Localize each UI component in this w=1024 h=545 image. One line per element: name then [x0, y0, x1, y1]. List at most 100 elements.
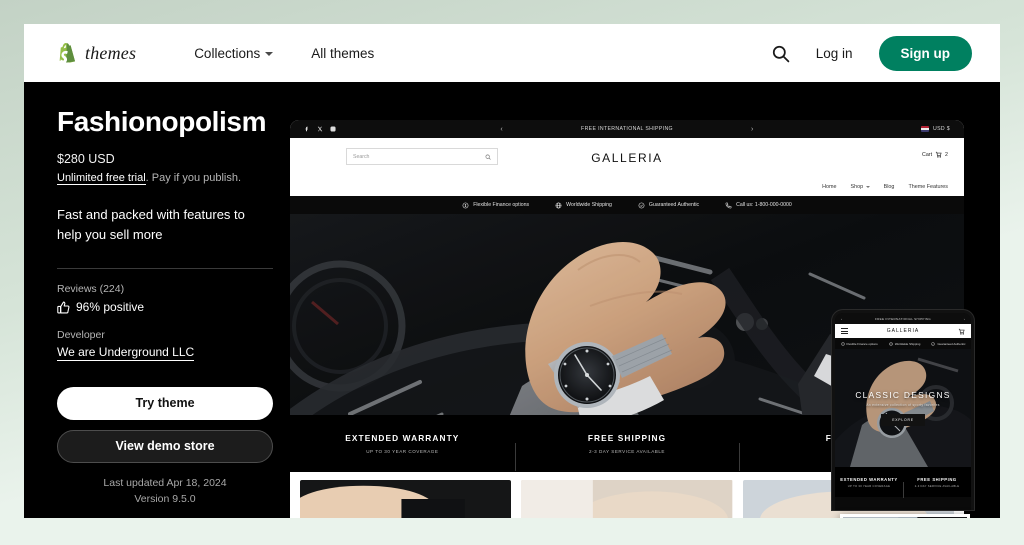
phone-icon — [725, 202, 732, 208]
banner-extended-warranty: EXTENDED WARRANTY UP TO 30 YEAR COVERAGE — [290, 433, 515, 454]
hamburger-icon[interactable] — [841, 326, 848, 335]
trial-note-rest: . Pay if you publish. — [145, 171, 242, 184]
theme-price: $280 USD — [57, 151, 115, 166]
divider — [57, 268, 273, 270]
mobile-feature-finance: Flexible Finance options — [840, 341, 878, 346]
feature-guaranteed-authentic-label: Guaranteed Authentic — [648, 202, 700, 208]
feature-call-us: Call us: 1-800-000-0000 — [725, 202, 792, 209]
mobile-banner-free-shipping: FREE SHIPPING 2-3 DAY SERVICE AVAILABLE — [903, 476, 971, 498]
mobile-hero-title: CLASSIC DESIGNS — [855, 390, 951, 400]
store-nav-home[interactable]: Home — [822, 184, 836, 190]
currency-label: USD $ — [932, 126, 950, 132]
view-demo-store-button[interactable]: View demo store — [57, 430, 273, 464]
feature-flexible-finance-label: Flexible Finance options — [473, 202, 530, 208]
announcement-message: FREE INTERNATIONAL SHIPPING — [581, 126, 673, 132]
nav-item-all-themes-label: All themes — [311, 45, 375, 61]
trial-note: Unlimited free trial. Pay if you publish… — [57, 171, 273, 185]
mobile-banner-free-shipping-title: FREE SHIPPING — [917, 476, 957, 482]
nav-item-all-themes[interactable]: All themes — [311, 46, 374, 61]
shopify-bag-icon — [59, 42, 76, 63]
store-nav-shop-label: Shop — [850, 184, 864, 190]
search-icon[interactable] — [771, 44, 790, 63]
top-navigation-bar: themes Collections All themes Log in Sig… — [24, 24, 1000, 82]
announcement-carousel: ‹ FREE INTERNATIONAL SHIPPING › — [394, 126, 860, 133]
signup-button[interactable]: Sign up — [878, 35, 972, 71]
banner-free-shipping: FREE SHIPPING 2-3 DAY SERVICE AVAILABLE — [514, 433, 740, 471]
mens-collection-card[interactable]: MENS Shop the collection SHOP NOW — [840, 514, 970, 518]
reviews-score-label: 96% positive — [76, 300, 145, 315]
product-tile-image — [300, 480, 512, 518]
mobile-hero-explore-button[interactable]: EXPLORE — [881, 414, 925, 426]
mobile-banner-extended-warranty-title: EXTENDED WARRANTY — [840, 476, 898, 482]
store-nav-blog-label: Blog — [883, 184, 895, 190]
finance-icon — [840, 341, 845, 346]
feature-guaranteed-authentic: Guaranteed Authentic — [638, 202, 699, 209]
us-flag-icon — [920, 126, 929, 132]
cart-icon[interactable] — [958, 328, 965, 335]
feature-worldwide-shipping-label: Worldwide Shipping — [566, 202, 612, 208]
mobile-hero-subtitle: An extensive collection of sporty favori… — [866, 403, 940, 407]
feature-flexible-finance: Flexible Finance options — [462, 202, 529, 209]
unlimited-free-trial-link[interactable]: Unlimited free trial — [57, 171, 146, 185]
preview-announcement-bar: ‹ FREE INTERNATIONAL SHIPPING › USD $ — [290, 120, 964, 138]
feature-worldwide-shipping: Worldwide Shipping — [555, 202, 612, 209]
thumbs-up-icon — [57, 301, 70, 314]
x-icon[interactable] — [317, 126, 323, 132]
social-icon-group — [304, 126, 394, 132]
check-circle-icon — [638, 202, 645, 208]
mobile-announcement-prev[interactable]: ‹ — [841, 317, 842, 321]
announcement-next-arrow[interactable]: › — [751, 126, 754, 133]
store-nav-shop[interactable]: Shop — [851, 184, 870, 190]
banner-free-shipping-sub: 2-3 DAY SERVICE AVAILABLE — [589, 449, 665, 454]
shopify-themes-logo[interactable]: themes — [57, 42, 137, 64]
reviews-score: 96% positive — [57, 300, 273, 314]
mobile-theme-preview[interactable]: ‹ FREE INTERNATIONAL SHIPPING › GALLERIA… — [832, 310, 974, 510]
main-nav-links: Collections All themes — [194, 46, 374, 61]
mobile-feature-authentic: Guaranteed Authentic — [931, 342, 965, 346]
mobile-banner-extended-warranty: EXTENDED WARRANTY UP TO 30 YEAR COVERAGE — [835, 477, 903, 488]
store-nav: Home Shop Blog Theme Features — [822, 184, 948, 190]
currency-selector[interactable]: USD $ — [860, 126, 950, 132]
mobile-banner-extended-warranty-sub: UP TO 30 YEAR COVERAGE — [847, 484, 891, 488]
store-nav-theme-features[interactable]: Theme Features — [908, 184, 948, 190]
page-title: Fashionopolism — [57, 106, 267, 137]
feature-call-us-label: Call us: 1-800-000-0000 — [736, 202, 792, 208]
announcement-prev-arrow[interactable]: ‹ — [500, 126, 503, 133]
preview-store-header: Search GALLERIA Cart 2 Home Shop Blog Th… — [290, 138, 964, 196]
mens-card-overlay: MENS Shop the collection SHOP NOW — [843, 517, 967, 518]
store-cart-link[interactable]: Cart 2 — [922, 151, 948, 158]
mobile-announcement-bar: ‹ FREE INTERNATIONAL SHIPPING › — [835, 313, 971, 324]
product-tile[interactable] — [521, 480, 733, 518]
reviews-label: Reviews (224) — [57, 283, 125, 296]
finance-icon — [462, 202, 469, 208]
mobile-banner-free-shipping-sub: 2-3 DAY SERVICE AVAILABLE — [914, 484, 960, 488]
try-theme-button[interactable]: Try theme — [57, 387, 273, 421]
theme-meta: Last updated Apr 18, 2024 Version 9.5.0 — [57, 476, 273, 508]
page-card: themes Collections All themes Log in Sig… — [24, 24, 1000, 518]
mobile-feature-shipping-label: Worldwide Shipping — [894, 341, 921, 346]
product-tile-image — [521, 480, 733, 518]
store-nav-theme-features-label: Theme Features — [908, 184, 948, 190]
globe-icon — [889, 341, 893, 346]
store-nav-blog[interactable]: Blog — [884, 184, 895, 190]
developer-link[interactable]: We are Underground LLC — [57, 345, 195, 362]
nav-item-collections[interactable]: Collections — [194, 46, 274, 61]
product-tile[interactable] — [300, 480, 512, 518]
login-link[interactable]: Log in — [816, 46, 853, 61]
mobile-announcement-next[interactable]: › — [964, 317, 965, 321]
brand-wordmark: themes — [85, 42, 137, 63]
banner-extended-warranty-sub: UP TO 30 YEAR COVERAGE — [366, 449, 439, 454]
globe-icon — [555, 202, 562, 208]
version-text: Version 9.5.0 — [134, 492, 196, 505]
store-nav-home-label: Home — [822, 184, 837, 190]
mobile-announcement-message: FREE INTERNATIONAL SHIPPING — [875, 316, 931, 321]
mobile-feature-shipping: Worldwide Shipping — [889, 341, 921, 346]
mobile-feature-finance-label: Flexible Finance options — [846, 341, 878, 346]
mobile-hero-overlay: CLASSIC DESIGNS An extensive collection … — [835, 349, 971, 467]
instagram-icon[interactable] — [330, 126, 336, 132]
banner-free-shipping-title: FREE SHIPPING — [587, 433, 667, 443]
mobile-hero-section: CLASSIC DESIGNS An extensive collection … — [835, 349, 971, 467]
chevron-down-icon — [265, 52, 274, 56]
mobile-store-logo: GALLERIA — [886, 328, 920, 334]
facebook-icon[interactable] — [304, 126, 310, 132]
